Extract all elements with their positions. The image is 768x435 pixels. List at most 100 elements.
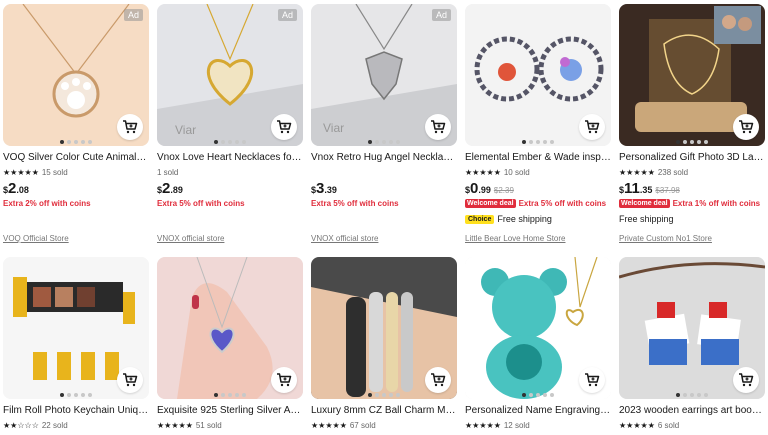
add-to-cart-icon <box>430 119 446 135</box>
sold-count: 67 sold <box>349 420 376 430</box>
add-to-cart-icon <box>738 372 754 388</box>
product-card[interactable]: Exquisite 925 Sterling Silver Angel Hear… <box>157 257 303 430</box>
product-title[interactable]: 2023 wooden earrings art book teacher <box>619 405 765 417</box>
product-card[interactable]: Ad VOQ Silver Color Cute Animal Cat Paw ★★… <box>3 4 149 243</box>
image-carousel-dots[interactable] <box>676 140 708 144</box>
price: $0.99 $2.39 <box>465 180 611 197</box>
coins-discount: Welcome deal Extra 1% off with coins <box>619 198 765 209</box>
image-carousel-dots[interactable] <box>368 393 400 397</box>
product-image[interactable]: Viar Ad <box>157 4 303 146</box>
add-to-cart-icon <box>584 372 600 388</box>
product-card[interactable]: Viar Ad Vnox Love Heart Necklaces for Wome… <box>157 4 303 243</box>
price-decimal: .08 <box>16 185 29 195</box>
product-card[interactable]: Personalized Name Engraving Heart Neckla… <box>465 257 611 430</box>
star-rating: ★★★★★ <box>465 420 501 430</box>
product-title[interactable]: Elemental Ember & Wade inspired bracelet… <box>465 152 611 164</box>
add-to-cart-button[interactable] <box>425 367 451 393</box>
product-image[interactable] <box>619 4 765 146</box>
store-link[interactable]: VNOX official store <box>157 234 224 243</box>
add-to-cart-button[interactable] <box>425 114 451 140</box>
price-decimal: .99 <box>478 185 491 195</box>
ad-badge: Ad <box>431 9 451 21</box>
product-card[interactable]: 2023 wooden earrings art book teacher ★★★… <box>619 257 765 430</box>
star-rating: ★★★★★ <box>157 420 193 430</box>
image-carousel-dots[interactable] <box>214 140 246 144</box>
product-card[interactable]: Elemental Ember & Wade inspired bracelet… <box>465 4 611 243</box>
add-to-cart-button[interactable] <box>733 114 759 140</box>
product-title[interactable]: Film Roll Photo Keychain Unique Gift <box>3 405 149 417</box>
shipping-info: Free shipping <box>619 213 765 225</box>
star-rating: ★★★★★ <box>619 420 655 430</box>
add-to-cart-button[interactable] <box>579 114 605 140</box>
product-image[interactable] <box>311 257 457 399</box>
coins-discount-text: Extra 1% off with coins <box>672 199 761 208</box>
product-card[interactable]: Luxury 8mm CZ Ball Charm Man Bracelet ★★★… <box>311 257 457 430</box>
sold-count: 10 sold <box>503 167 530 177</box>
add-to-cart-icon <box>276 372 292 388</box>
product-title[interactable]: Vnox Retro Hug Angel Necklaces for Women <box>311 152 457 164</box>
image-carousel-dots[interactable] <box>522 393 554 397</box>
price-integer: 3 <box>316 180 325 197</box>
original-price: $37.98 <box>655 186 680 195</box>
product-title[interactable]: Exquisite 925 Sterling Silver Angel Hear… <box>157 405 303 417</box>
product-title[interactable]: Personalized Gift Photo 3D Lamp Custom <box>619 152 765 164</box>
product-card[interactable]: Personalized Gift Photo 3D Lamp Custom ★★… <box>619 4 765 243</box>
add-to-cart-button[interactable] <box>579 367 605 393</box>
add-to-cart-button[interactable] <box>271 114 297 140</box>
original-price: $2.39 <box>493 186 514 195</box>
sold-count: 15 sold <box>41 167 68 177</box>
store-link[interactable]: VOQ Official Store <box>3 234 69 243</box>
product-image[interactable] <box>3 257 149 399</box>
choice-badge: Choice <box>465 214 495 224</box>
store-link[interactable]: VNOX official store <box>311 234 378 243</box>
price: $11.35 $37.98 <box>619 180 765 197</box>
product-title[interactable]: Luxury 8mm CZ Ball Charm Man Bracelet <box>311 405 457 417</box>
sold-count: 238 sold <box>657 167 689 177</box>
product-image[interactable] <box>465 257 611 399</box>
rating-row: ★★★★★ 6 sold <box>619 420 765 430</box>
product-image[interactable] <box>465 4 611 146</box>
ad-badge: Ad <box>277 9 297 21</box>
add-to-cart-button[interactable] <box>117 114 143 140</box>
sold-count: 51 sold <box>195 420 222 430</box>
image-carousel-dots[interactable] <box>60 140 92 144</box>
star-rating: ★★★★★ <box>619 167 655 177</box>
add-to-cart-button[interactable] <box>733 367 759 393</box>
coins-discount: Extra 2% off with coins <box>3 198 149 209</box>
price: $2.89 <box>157 180 303 197</box>
star-rating: ★★★★★ <box>3 167 39 177</box>
store-link[interactable]: Little Bear Love Home Store <box>465 234 566 243</box>
add-to-cart-icon <box>122 372 138 388</box>
product-card[interactable]: Film Roll Photo Keychain Unique Gift ★★☆☆… <box>3 257 149 430</box>
price-decimal: .35 <box>639 185 653 195</box>
add-to-cart-button[interactable] <box>271 367 297 393</box>
product-image[interactable]: Viar Ad <box>311 4 457 146</box>
sold-count: 12 sold <box>503 420 530 430</box>
product-image[interactable] <box>157 257 303 399</box>
price-integer: 0 <box>470 180 479 197</box>
coins-discount: Welcome deal Extra 5% off with coins <box>465 198 611 209</box>
welcome-deal-badge: Welcome deal <box>465 199 516 208</box>
star-rating: ★★☆☆☆ <box>3 420 39 430</box>
star-rating: ★★★★★ <box>311 420 347 430</box>
image-carousel-dots[interactable] <box>60 393 92 397</box>
add-to-cart-button[interactable] <box>117 367 143 393</box>
free-shipping-text: Free shipping <box>497 214 552 224</box>
rating-row: ★★★★★ 15 sold <box>3 167 149 177</box>
add-to-cart-icon <box>430 372 446 388</box>
product-card[interactable]: Viar Ad Vnox Retro Hug Angel Necklaces for… <box>311 4 457 243</box>
product-title[interactable]: Personalized Name Engraving Heart Neckla… <box>465 405 611 417</box>
image-carousel-dots[interactable] <box>368 140 400 144</box>
product-title[interactable]: Vnox Love Heart Necklaces for Women <box>157 152 303 164</box>
product-image[interactable] <box>619 257 765 399</box>
sold-count: 6 sold <box>657 420 680 430</box>
image-carousel-dots[interactable] <box>676 393 708 397</box>
image-carousel-dots[interactable] <box>522 140 554 144</box>
image-carousel-dots[interactable] <box>214 393 246 397</box>
product-title[interactable]: VOQ Silver Color Cute Animal Cat Paw <box>3 152 149 164</box>
star-rating: ★★★★★ <box>465 167 501 177</box>
rating-row <box>311 167 457 177</box>
price-integer: 11 <box>624 180 640 197</box>
product-image[interactable]: Ad <box>3 4 149 146</box>
store-link[interactable]: Private Custom No1 Store <box>619 234 712 243</box>
